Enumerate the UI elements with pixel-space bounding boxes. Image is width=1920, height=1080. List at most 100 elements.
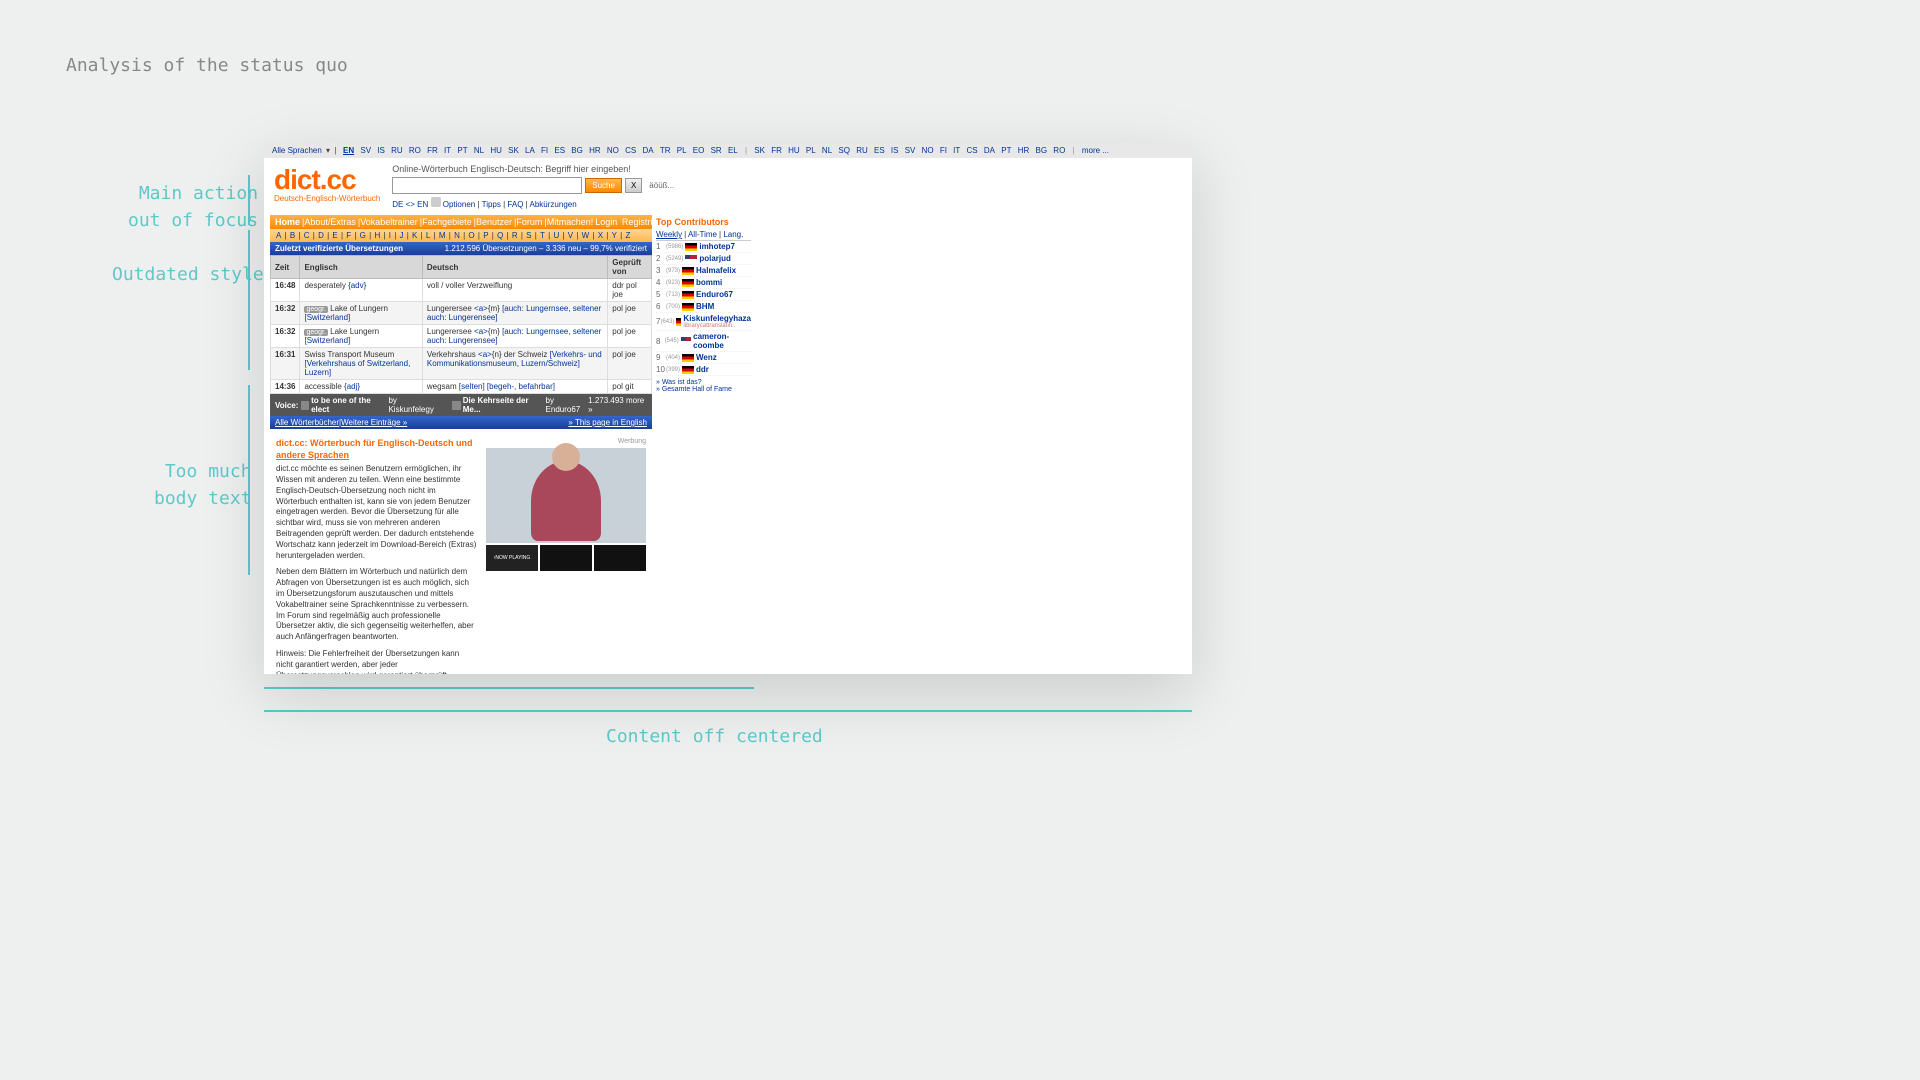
alpha-link[interactable]: U <box>553 231 559 240</box>
lang-link[interactable]: IS <box>377 146 385 155</box>
video-thumb[interactable]: ‹ NOW PLAYING <box>486 545 538 571</box>
options-link[interactable]: Optionen <box>443 200 475 209</box>
alpha-link[interactable]: W <box>582 231 590 240</box>
nav-home[interactable]: Home <box>275 217 300 227</box>
alpha-link[interactable]: X <box>598 231 603 240</box>
lang-link[interactable]: RU <box>856 146 868 155</box>
lang-link[interactable]: LA <box>525 146 535 155</box>
table-row[interactable]: 16:32geogr. Lake of Lungern [Switzerland… <box>271 302 652 325</box>
lang-link[interactable]: EL <box>728 146 738 155</box>
lang-link[interactable]: RO <box>409 146 421 155</box>
faq-link[interactable]: FAQ <box>507 200 523 209</box>
lang-link[interactable]: NO <box>607 146 619 155</box>
sound-icon[interactable] <box>301 401 309 410</box>
lang-link[interactable]: FI <box>541 146 548 155</box>
alpha-link[interactable]: H <box>374 231 380 240</box>
logo[interactable]: dict.cc Deutsch-Englisch-Wörterbuch <box>274 164 380 203</box>
lang-toggle[interactable]: DE <> EN <box>392 200 428 209</box>
alpha-link[interactable]: T <box>540 231 545 240</box>
other-langs-link[interactable]: andere Sprachen <box>276 450 349 460</box>
lang-link[interactable]: RO <box>1053 146 1065 155</box>
alpha-link[interactable]: S <box>526 231 531 240</box>
table-row[interactable]: 16:48desperately {adv}voll / voller Verz… <box>271 279 652 302</box>
swap-icon[interactable] <box>431 197 441 207</box>
contributor-row[interactable]: 8(545)cameron-coombe <box>656 331 751 352</box>
alpha-link[interactable]: L <box>426 231 430 240</box>
lang-link[interactable]: DA <box>984 146 995 155</box>
lang-link[interactable]: EO <box>693 146 705 155</box>
lang-en-active[interactable]: EN <box>343 146 354 155</box>
contributor-row[interactable]: 7(643)Kiskunfelegyhazalibrarycattranslat… <box>656 313 751 331</box>
contributor-row[interactable]: 2(5249)polarjud <box>656 253 751 265</box>
abbrev-link[interactable]: Abkürzungen <box>530 200 577 209</box>
lang-link[interactable]: IT <box>444 146 451 155</box>
lang-link[interactable]: PT <box>457 146 467 155</box>
lang-link[interactable]: NL <box>822 146 832 155</box>
contributor-row[interactable]: 3(973)Halmafelix <box>656 265 751 277</box>
alpha-link[interactable]: A <box>276 231 281 240</box>
lang-link[interactable]: NO <box>922 146 934 155</box>
voice-left[interactable]: to be one of the elect <box>311 396 386 414</box>
lang-link[interactable]: HU <box>788 146 800 155</box>
video-thumb[interactable] <box>594 545 646 571</box>
lang-link[interactable]: FI <box>940 146 947 155</box>
search-button[interactable]: Suche <box>585 178 622 193</box>
lang-link[interactable]: SK <box>508 146 519 155</box>
lang-link[interactable]: ES <box>554 146 565 155</box>
lang-link[interactable]: HU <box>490 146 502 155</box>
alpha-link[interactable]: I <box>389 231 391 240</box>
lang-link[interactable]: DA <box>642 146 653 155</box>
table-row[interactable]: 16:31Swiss Transport Museum [Verkehrshau… <box>271 348 652 380</box>
lang-link[interactable]: IT <box>953 146 960 155</box>
lang-link[interactable]: CS <box>967 146 978 155</box>
what-is-this-link[interactable]: » Was ist das? <box>656 379 751 386</box>
all-dicts-link[interactable]: Alle Wörterbücher <box>275 418 339 427</box>
alpha-link[interactable]: G <box>360 231 366 240</box>
sound-icon[interactable] <box>452 401 460 410</box>
tab-weekly[interactable]: Weekly <box>656 230 682 239</box>
lang-link[interactable]: BG <box>571 146 583 155</box>
more-entries-link[interactable]: Weitere Einträge » <box>341 418 407 427</box>
contributor-row[interactable]: 10(399)ddr <box>656 364 751 376</box>
nav-vokabel[interactable]: Vokabeltrainer <box>360 217 418 227</box>
lang-link[interactable]: HR <box>1018 146 1030 155</box>
contributor-row[interactable]: 9(404)Wenz <box>656 352 751 364</box>
lang-link[interactable]: SV <box>360 146 371 155</box>
table-row[interactable]: 14:36accessible {adj}wegsam [selten] [be… <box>271 380 652 394</box>
lang-link[interactable]: SK <box>754 146 765 155</box>
lang-link[interactable]: IS <box>891 146 899 155</box>
lang-link[interactable]: SR <box>711 146 722 155</box>
alpha-link[interactable]: O <box>468 231 474 240</box>
nav-forum[interactable]: Forum <box>516 217 542 227</box>
table-row[interactable]: 16:32geogr. Lake Lungern [Switzerland]Lu… <box>271 325 652 348</box>
lang-link[interactable]: TR <box>660 146 671 155</box>
more-languages-link[interactable]: more ... <box>1082 146 1109 155</box>
lang-link[interactable]: SV <box>905 146 916 155</box>
contributor-row[interactable]: 5(713)Enduro67 <box>656 289 751 301</box>
lang-link[interactable]: ES <box>874 146 885 155</box>
alpha-link[interactable]: Y <box>612 231 617 240</box>
nav-login[interactable]: Login <box>595 217 617 227</box>
lang-link[interactable]: BG <box>1036 146 1048 155</box>
english-page-link[interactable]: » This page in English <box>568 418 647 427</box>
hall-of-fame-link[interactable]: » Gesamte Hall of Fame <box>656 386 751 393</box>
nav-mitmachen[interactable]: Mitmachen! <box>547 217 594 227</box>
alpha-link[interactable]: F <box>346 231 351 240</box>
alpha-link[interactable]: M <box>439 231 446 240</box>
alpha-link[interactable]: D <box>318 231 324 240</box>
alpha-link[interactable]: C <box>304 231 310 240</box>
tab-lang[interactable]: Lang. <box>723 230 743 239</box>
contributor-row[interactable]: 4(923)bommi <box>656 277 751 289</box>
video-thumb[interactable] <box>540 545 592 571</box>
clear-button[interactable]: X <box>625 178 642 193</box>
voice-right[interactable]: Die Kehrseite der Me... <box>463 396 544 414</box>
alpha-link[interactable]: B <box>290 231 295 240</box>
tips-link[interactable]: Tipps <box>482 200 501 209</box>
nav-about[interactable]: About/Extras <box>304 217 356 227</box>
lang-link[interactable]: RU <box>391 146 403 155</box>
tab-alltime[interactable]: All-Time <box>688 230 717 239</box>
lang-link[interactable]: HR <box>589 146 601 155</box>
alpha-link[interactable]: Z <box>625 231 630 240</box>
alpha-link[interactable]: P <box>483 231 488 240</box>
alpha-link[interactable]: K <box>412 231 417 240</box>
